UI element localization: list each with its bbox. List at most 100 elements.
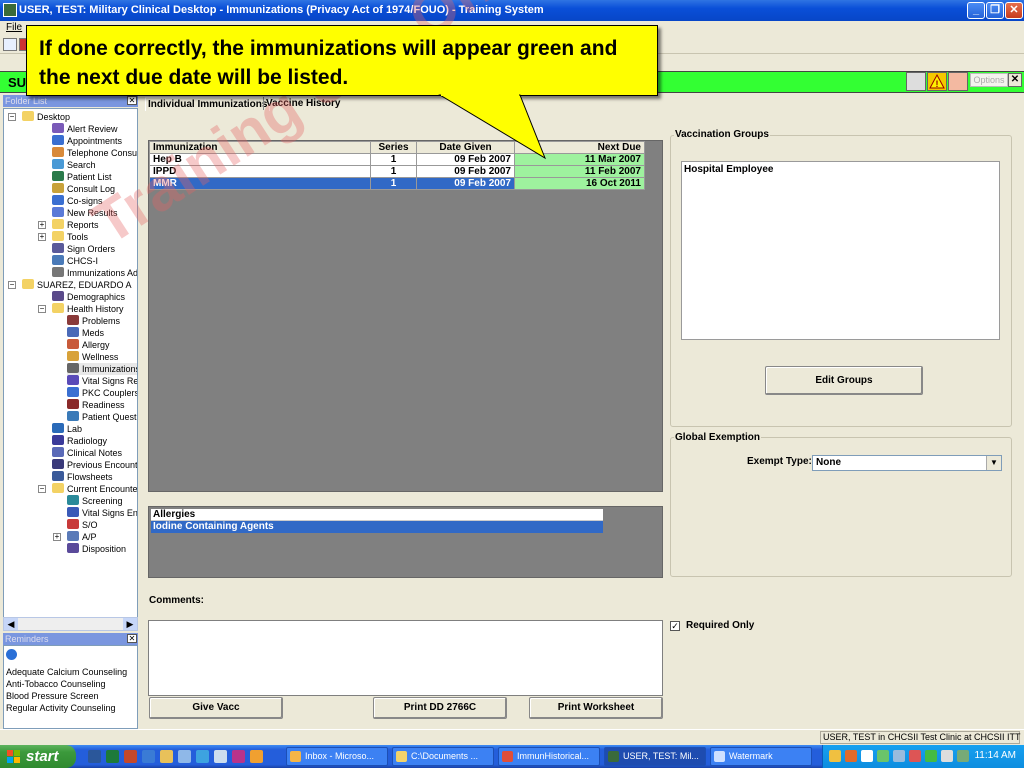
required-only-checkbox[interactable]: ✓ (670, 621, 680, 631)
tree-item-s-o[interactable]: S/O (67, 519, 98, 531)
patient-close-button[interactable]: ✕ (1008, 73, 1022, 87)
tree-item-label: SUAREZ, EDUARDO A (37, 280, 132, 290)
tree-item-immunizations[interactable]: Immunizations (67, 363, 137, 375)
tree-item-immunizations-admin[interactable]: Immunizations Admin (52, 267, 137, 279)
tree-item-consult-log[interactable]: Consult Log (52, 183, 115, 195)
exempt-type-select[interactable]: None ▼ (812, 455, 1002, 471)
tree-item-problems[interactable]: Problems (67, 315, 120, 327)
tree-item-a-p[interactable]: A/P (67, 531, 97, 543)
reminder-item[interactable]: Adequate Calcium Counseling (6, 667, 127, 677)
tree-item-new-results[interactable]: New Results (52, 207, 118, 219)
reminder-item[interactable]: Blood Pressure Screen (6, 691, 99, 701)
collapse-icon[interactable]: − (38, 485, 46, 493)
give-vacc-button[interactable]: Give Vacc (149, 697, 283, 719)
task-inbox[interactable]: Inbox - Microso... (286, 747, 388, 766)
tree-item-label: Lab (67, 424, 83, 434)
table-row[interactable]: MMR 1 09 Feb 2007 16 Oct 2011 (149, 177, 645, 190)
refresh-icon[interactable] (6, 649, 17, 660)
tree-item-pkc-couplers[interactable]: PKC Couplers (67, 387, 137, 399)
comments-field[interactable] (148, 620, 663, 696)
tree-item-co-signs[interactable]: Co-signs (52, 195, 103, 207)
tray-icon[interactable] (957, 750, 969, 762)
tree-item-current-encounter[interactable]: Current Encounter (52, 483, 138, 495)
task-military-clinical-desktop[interactable]: USER, TEST: Mil... (604, 747, 706, 766)
expand-icon[interactable]: + (53, 533, 61, 541)
powerpoint-icon[interactable] (124, 750, 137, 763)
close-button[interactable]: ✕ (1005, 2, 1023, 19)
tree-item-readiness[interactable]: Readiness (67, 399, 125, 411)
warning-icon[interactable]: ! (927, 72, 947, 91)
tree-item-vital-signs-entry[interactable]: Vital Signs Entry (67, 507, 137, 519)
outlook-icon[interactable] (196, 750, 209, 763)
tree-item-demographics[interactable]: Demographics (52, 291, 125, 303)
tray-icon[interactable] (941, 750, 953, 762)
tree-item-previous-encounters[interactable]: Previous Encounters (52, 459, 137, 471)
tree-item-lab[interactable]: Lab (52, 423, 82, 435)
folder-list-scrollbar[interactable]: ◀ ▶ (3, 617, 138, 631)
tree-item-label: Current Encounter (67, 484, 138, 494)
expand-icon[interactable]: + (38, 221, 46, 229)
print-dd-button[interactable]: Print DD 2766C (373, 697, 507, 719)
app-icon[interactable] (250, 750, 263, 763)
tree-item-screening[interactable]: Screening (67, 495, 123, 507)
start-button[interactable]: start (0, 745, 76, 768)
tray-icon[interactable] (829, 750, 841, 762)
tree-item-label: Patient List (67, 172, 112, 182)
task-immun-historical[interactable]: ImmunHistorical... (498, 747, 600, 766)
print-worksheet-button[interactable]: Print Worksheet (529, 697, 663, 719)
tree-item-wellness[interactable]: Wellness (67, 351, 118, 363)
app-icon[interactable] (232, 750, 245, 763)
tree-item-allergy[interactable]: Allergy (67, 339, 110, 351)
tree-item-patient[interactable]: SUAREZ, EDUARDO A (22, 279, 132, 291)
folder-icon[interactable] (160, 750, 173, 763)
task-watermark[interactable]: Watermark (710, 747, 812, 766)
tree-item-clinical-notes[interactable]: Clinical Notes (52, 447, 122, 459)
expand-icon[interactable]: + (38, 233, 46, 241)
person-icon[interactable] (948, 72, 968, 91)
minimize-button[interactable]: _ (967, 2, 985, 19)
tree-item-tools[interactable]: Tools (52, 231, 88, 243)
tray-icon[interactable] (909, 750, 921, 762)
tree-item-flowsheets[interactable]: Flowsheets (52, 471, 113, 483)
edit-groups-button[interactable]: Edit Groups (765, 366, 923, 395)
tree-item-meds[interactable]: Meds (67, 327, 104, 339)
pen-icon[interactable] (906, 72, 926, 91)
maximize-button[interactable]: ❐ (986, 2, 1004, 19)
chevron-down-icon[interactable]: ▼ (986, 456, 1001, 470)
app-icon[interactable] (214, 750, 227, 763)
tray-icon[interactable] (877, 750, 889, 762)
options-button[interactable]: Options (970, 73, 1008, 87)
tray-icon[interactable] (893, 750, 905, 762)
excel-icon[interactable] (106, 750, 119, 763)
tree-item-health-history[interactable]: Health History (52, 303, 124, 315)
word-icon[interactable] (88, 750, 101, 763)
reminder-item[interactable]: Regular Activity Counseling (6, 703, 116, 713)
scroll-left-icon[interactable]: ◀ (4, 618, 18, 630)
reminder-item[interactable]: Anti-Tobacco Counseling (6, 679, 106, 689)
collapse-icon[interactable]: − (8, 281, 16, 289)
tree-item-chcs-i[interactable]: CHCS-I (52, 255, 98, 267)
patient-questionnaire-icon (67, 411, 79, 421)
tree-item-reports[interactable]: Reports (52, 219, 99, 231)
reminders-close-button[interactable]: ✕ (127, 634, 137, 643)
tray-icon[interactable] (925, 750, 937, 762)
flowsheets-icon (52, 471, 64, 481)
tree-item-label: Consult Log (67, 184, 116, 194)
tree-item-disposition[interactable]: Disposition (67, 543, 126, 555)
tree-item-patient-questionnaire[interactable]: Patient Questionnaire (67, 411, 137, 423)
folder-icon (52, 219, 64, 229)
tray-icon[interactable] (861, 750, 873, 762)
tree-item-radiology[interactable]: Radiology (52, 435, 107, 447)
tree-item-patient-list[interactable]: Patient List (52, 171, 112, 183)
tray-icon[interactable] (845, 750, 857, 762)
tree-item-sign-orders[interactable]: Sign Orders (52, 243, 115, 255)
scroll-right-icon[interactable]: ▶ (123, 618, 137, 630)
collapse-icon[interactable]: − (38, 305, 46, 313)
vaccination-groups-list[interactable]: Hospital Employee (681, 161, 1000, 340)
browser-icon[interactable] (142, 750, 155, 763)
task-label: ImmunHistorical... (517, 751, 590, 761)
allergy-row[interactable]: Iodine Containing Agents (151, 521, 603, 533)
tree-item-vital-signs-review[interactable]: Vital Signs Review (67, 375, 137, 387)
desktop-icon[interactable] (178, 750, 191, 763)
task-documents[interactable]: C:\Documents ... (392, 747, 494, 766)
